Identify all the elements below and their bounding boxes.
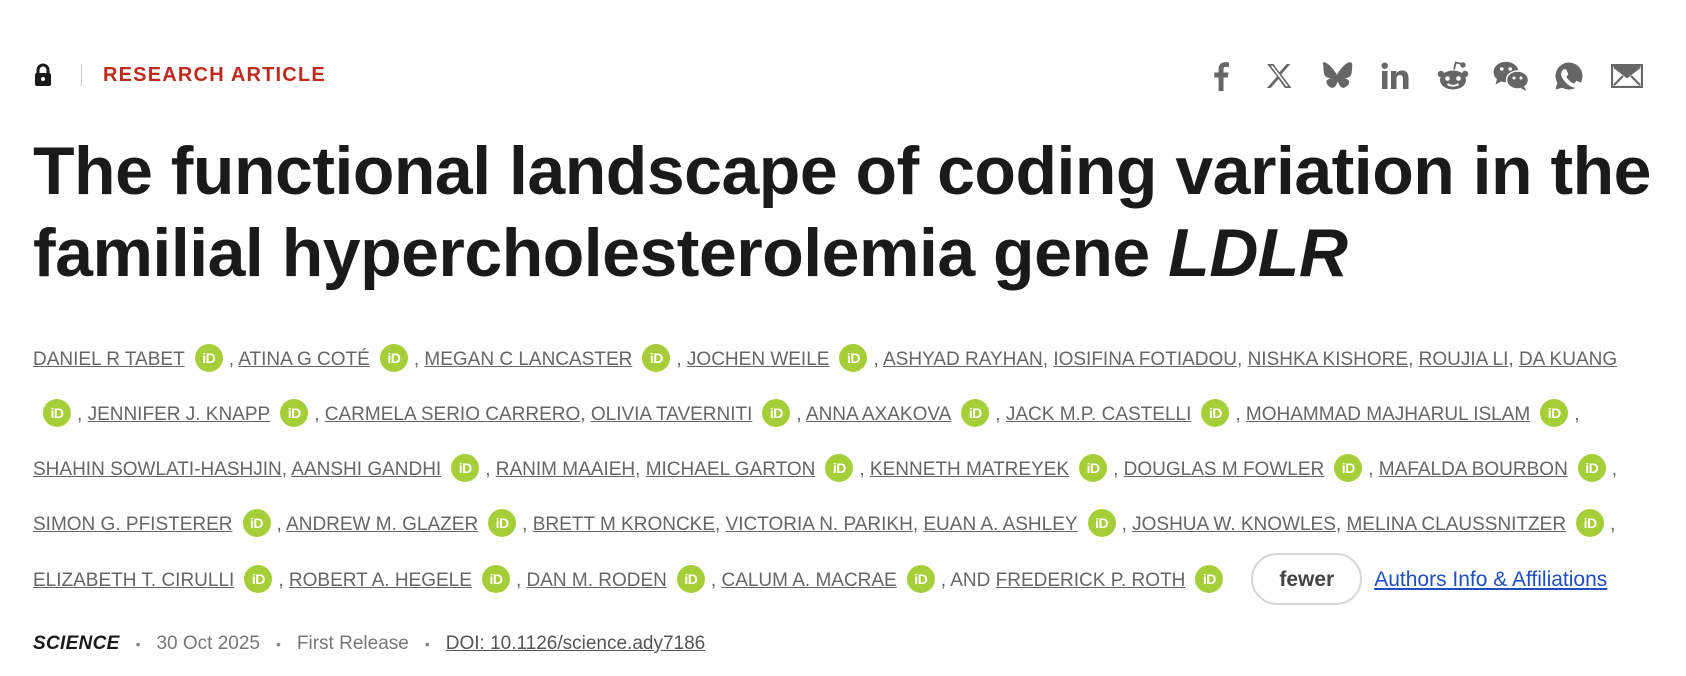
article-title: The functional landscape of coding varia… [33,130,1653,294]
orcid-icon[interactable]: iD [642,343,671,372]
author-name[interactable]: ATINA G COTÉ [238,349,370,370]
orcid-icon[interactable]: iD [1201,398,1230,427]
author-name[interactable]: SHAHIN SOWLATI-HASHJIN [33,459,282,480]
orcid-icon[interactable]: iD [1576,508,1605,537]
author-name[interactable]: ROUJIA LI [1419,349,1509,370]
orcid-icon[interactable]: iD [1540,398,1569,427]
bluesky-icon[interactable] [1308,56,1366,96]
orcid-icon[interactable]: iD [906,564,935,593]
lock-icon [33,63,57,89]
author-name[interactable]: BRETT M KRONCKE [533,514,715,535]
author-name[interactable]: ELIZABETH T. CIRULLI [33,570,234,591]
fewer-authors-button[interactable]: fewer [1251,552,1363,605]
orcid-icon[interactable]: iD [242,508,271,537]
email-icon[interactable] [1598,56,1656,96]
linkedin-icon[interactable] [1366,56,1424,96]
x-twitter-icon[interactable] [1250,56,1308,96]
whatsapp-icon[interactable] [1540,56,1598,96]
author-name[interactable]: OLIVIA TAVERNITI [591,404,753,425]
author-name[interactable]: MICHAEL GARTON [646,459,816,480]
orcid-icon[interactable]: iD [488,508,517,537]
publication-meta: SCIENCE • 30 Oct 2025 • First Release • … [33,630,705,658]
author-name[interactable]: DA KUANG [1519,349,1617,370]
publication-date: 30 Oct 2025 [156,633,260,654]
author-name[interactable]: MOHAMMAD MAJHARUL ISLAM [1246,404,1530,425]
orcid-icon[interactable]: iD [379,343,408,372]
meta-separator: • [424,636,430,652]
author-name[interactable]: SIMON G. PFISTERER [33,514,233,535]
author-name[interactable]: ASHYAD RAYHAN [883,349,1043,370]
doi-link[interactable]: DOI: 10.1126/science.ady7186 [446,633,706,655]
author-name[interactable]: IOSIFINA FOTIADOU [1053,349,1237,370]
orcid-icon[interactable]: iD [762,398,791,427]
orcid-icon[interactable]: iD [481,564,510,593]
meta-separator: • [276,636,281,652]
author-name[interactable]: FREDERICK P. ROTH [996,570,1186,591]
publication-status: First Release [296,633,409,654]
orcid-icon[interactable]: iD [1195,564,1224,593]
author-name[interactable]: JENNIFER J. KNAPP [88,404,271,425]
orcid-icon[interactable]: iD [451,453,480,482]
share-toolbar [1192,56,1656,96]
orcid-icon[interactable]: iD [1079,453,1108,482]
author-name[interactable]: MELINA CLAUSSNITZER [1346,514,1566,535]
authors-affiliations-link[interactable]: Authors Info & Affiliations [1374,568,1607,591]
author-name[interactable]: KENNETH MATREYEK [870,459,1069,480]
orcid-icon[interactable]: iD [43,398,71,427]
author-name[interactable]: RANIM MAAIEH [496,459,635,480]
author-name[interactable]: DOUGLAS M FOWLER [1124,459,1325,480]
author-name[interactable]: EUAN A. ASHLEY [923,514,1077,535]
orcid-icon[interactable]: iD [676,564,705,593]
author-conjunction: AND [950,570,991,591]
author-name[interactable]: AANSHI GANDHI [291,459,441,480]
author-name[interactable]: CALUM A. MACRAE [721,570,896,591]
author-name[interactable]: DAN M. RODEN [527,570,667,591]
meta-separator: • [135,636,141,652]
author-name[interactable]: JACK M.P. CASTELLI [1006,404,1192,425]
orcid-icon[interactable]: iD [280,398,309,427]
author-name[interactable]: ANNA AXAKOVA [806,404,951,425]
author-name[interactable]: CARMELA SERIO CARRERO [325,404,581,425]
author-name[interactable]: ANDREW M. GLAZER [286,514,478,535]
article-title-main: The functional landscape of coding varia… [33,133,1652,291]
author-name[interactable]: DANIEL R TABET [33,349,185,370]
orcid-icon[interactable]: iD [839,343,868,372]
orcid-icon[interactable]: iD [1577,453,1606,482]
orcid-icon[interactable]: iD [961,398,990,427]
author-name[interactable]: JOCHEN WEILE [687,349,830,370]
reddit-icon[interactable] [1424,56,1482,96]
wechat-icon[interactable] [1482,56,1540,96]
article-title-gene: LDLR [1168,215,1348,291]
author-list: DANIEL R TABET iD, ATINA G COTÉ iD, MEGAN … [33,332,1653,608]
article-header-bar: RESEARCH ARTICLE [33,56,1656,96]
article-type-label: RESEARCH ARTICLE [103,64,326,86]
header-divider [81,64,82,86]
journal-name: SCIENCE [33,633,120,654]
orcid-icon[interactable]: iD [825,453,854,482]
orcid-icon[interactable]: iD [1087,508,1116,537]
author-name[interactable]: NISHKA KISHORE [1248,349,1409,370]
author-name[interactable]: ROBERT A. HEGELE [289,570,472,591]
author-name[interactable]: MEGAN C LANCASTER [424,349,632,370]
orcid-icon[interactable]: iD [194,343,223,372]
orcid-icon[interactable]: iD [1334,453,1363,482]
orcid-icon[interactable]: iD [244,564,273,593]
author-name[interactable]: MAFALDA BOURBON [1379,459,1568,480]
facebook-icon[interactable] [1192,56,1250,96]
author-name[interactable]: VICTORIA N. PARIKH [726,514,913,535]
author-name[interactable]: JOSHUA W. KNOWLES [1132,514,1336,535]
